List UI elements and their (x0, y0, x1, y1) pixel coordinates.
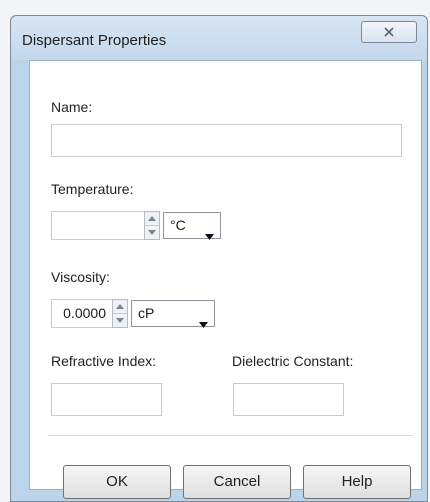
dielectric-constant-label: Dielectric Constant: (232, 353, 354, 369)
refractive-index-field[interactable] (51, 383, 162, 416)
chevron-down-icon (199, 311, 208, 336)
viscosity-unit-select[interactable]: cP (131, 300, 215, 328)
spin-down-icon[interactable] (113, 314, 127, 327)
viscosity-spinner[interactable] (112, 299, 128, 328)
name-label: Name: (51, 99, 93, 115)
temperature-unit-value: °C (170, 217, 186, 233)
name-field[interactable] (51, 124, 402, 157)
refractive-index-label: Refractive Index: (51, 353, 157, 369)
cancel-button[interactable]: Cancel (183, 465, 291, 499)
dialog-window: Dispersant Properties Name: Temperature:… (10, 15, 428, 502)
close-icon (384, 27, 394, 37)
spin-up-icon[interactable] (145, 212, 159, 226)
temperature-spinner[interactable] (144, 211, 160, 240)
close-button[interactable] (361, 21, 417, 43)
temperature-field[interactable] (51, 211, 158, 240)
window-title: Dispersant Properties (22, 32, 167, 49)
help-button[interactable]: Help (303, 465, 411, 499)
temperature-label: Temperature: (51, 181, 134, 197)
title-bar[interactable]: Dispersant Properties (11, 16, 427, 60)
viscosity-label: Viscosity: (51, 269, 110, 285)
dielectric-constant-field[interactable] (233, 383, 344, 416)
chevron-down-icon (205, 223, 214, 248)
separator (48, 435, 413, 436)
spin-down-icon[interactable] (145, 226, 159, 239)
viscosity-unit-value: cP (138, 305, 155, 321)
spin-up-icon[interactable] (113, 300, 127, 314)
temperature-unit-select[interactable]: °C (163, 212, 221, 240)
dialog-body: Name: Temperature: °C Viscosity: 0.0000 (29, 60, 422, 499)
ok-button[interactable]: OK (63, 465, 171, 499)
